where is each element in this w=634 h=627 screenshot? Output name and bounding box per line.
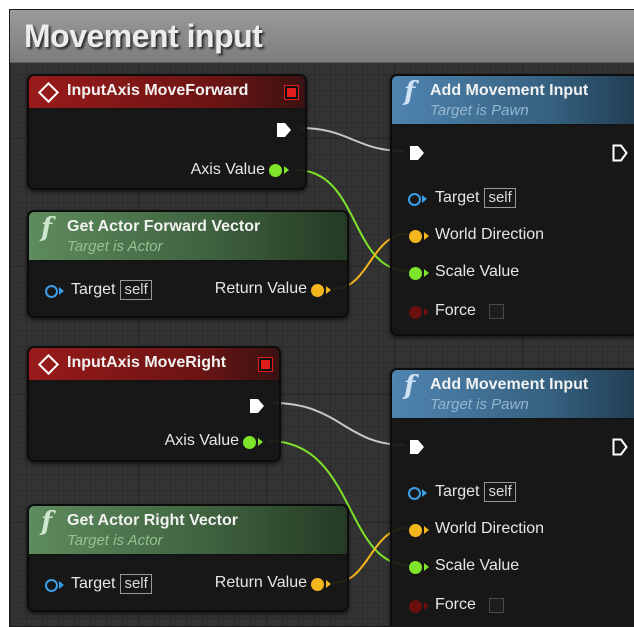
- return-value-label: Return Value: [214, 280, 307, 297]
- function-node-add-movement-input[interactable]: f Add Movement Input Target is Pawn Targ…: [390, 74, 634, 336]
- function-node-subtitle: Target is Pawn: [430, 396, 529, 413]
- target-self-box[interactable]: self: [120, 574, 152, 594]
- event-node-move-right[interactable]: InputAxis MoveRight Axis Value: [27, 346, 281, 462]
- axis-value-pin[interactable]: [243, 436, 256, 449]
- pure-node-title: Get Actor Right Vector: [67, 512, 238, 529]
- function-f-icon: f: [41, 213, 53, 243]
- pin-arrow-icon: [424, 526, 429, 534]
- pin-arrow-icon: [424, 269, 429, 277]
- world-direction-label: World Direction: [435, 520, 545, 537]
- event-node-title: InputAxis MoveRight: [67, 354, 227, 371]
- event-delegate-square-icon[interactable]: [259, 358, 272, 371]
- target-label: Target: [435, 483, 480, 500]
- scale-value-pin[interactable]: [409, 561, 422, 574]
- function-f-icon: f: [404, 77, 416, 107]
- return-value-pin[interactable]: [311, 578, 324, 591]
- function-node-add-movement-input[interactable]: f Add Movement Input Target is Pawn Targ…: [390, 368, 634, 626]
- force-label: Force: [435, 302, 476, 319]
- pure-node-subtitle: Target is Actor: [67, 532, 163, 549]
- target-label: Target: [435, 189, 480, 206]
- function-node-title: Add Movement Input: [430, 82, 589, 99]
- pure-node-header: f Get Actor Forward Vector Target is Act…: [29, 212, 347, 261]
- axis-value-label: Axis Value: [190, 161, 265, 178]
- target-field: Target self: [71, 574, 152, 594]
- event-delegate-square-icon[interactable]: [285, 86, 298, 99]
- pin-arrow-icon: [422, 195, 427, 203]
- return-value-label: Return Value: [214, 574, 307, 591]
- pin-arrow-icon: [59, 287, 64, 295]
- function-f-icon: f: [404, 371, 416, 401]
- event-node-move-forward[interactable]: InputAxis MoveForward Axis Value: [27, 74, 307, 190]
- pin-arrow-icon: [424, 232, 429, 240]
- exec-in-pin-icon[interactable]: [409, 439, 425, 455]
- pin-arrow-icon: [326, 580, 331, 588]
- force-pin[interactable]: [409, 600, 422, 613]
- force-label: Force: [435, 596, 476, 613]
- world-direction-pin[interactable]: [409, 230, 422, 243]
- target-self-box[interactable]: self: [484, 482, 516, 502]
- target-self-box[interactable]: self: [484, 188, 516, 208]
- return-value-pin[interactable]: [311, 284, 324, 297]
- pure-node-get-actor-forward-vector[interactable]: f Get Actor Forward Vector Target is Act…: [27, 210, 349, 318]
- exec-out-pin-icon[interactable]: [612, 438, 628, 456]
- world-direction-pin[interactable]: [409, 524, 422, 537]
- pin-arrow-icon: [59, 581, 64, 589]
- world-direction-label: World Direction: [435, 226, 545, 243]
- target-pin[interactable]: [45, 579, 58, 592]
- target-field: Target self: [435, 482, 516, 502]
- scale-value-pin[interactable]: [409, 267, 422, 280]
- axis-value-label: Axis Value: [164, 432, 239, 449]
- function-node-header: f Add Movement Input Target is Pawn: [392, 76, 634, 125]
- event-diamond-icon: [37, 81, 60, 104]
- target-field: Target self: [435, 188, 516, 208]
- force-checkbox[interactable]: [489, 598, 504, 613]
- pure-node-get-actor-right-vector[interactable]: f Get Actor Right Vector Target is Actor…: [27, 504, 349, 612]
- pin-arrow-icon: [424, 308, 429, 316]
- exec-out-pin-icon[interactable]: [249, 398, 265, 414]
- event-node-title: InputAxis MoveForward: [67, 82, 249, 99]
- target-pin[interactable]: [45, 285, 58, 298]
- blueprint-graph-canvas[interactable]: Movement input InputAxis MoveForward Axi…: [9, 9, 634, 627]
- exec-out-pin-icon[interactable]: [276, 122, 292, 138]
- target-pin[interactable]: [408, 487, 421, 500]
- pin-arrow-icon: [424, 563, 429, 571]
- pin-arrow-icon: [422, 489, 427, 497]
- pin-arrow-icon: [424, 602, 429, 610]
- pin-arrow-icon: [258, 438, 263, 446]
- function-f-icon: f: [41, 507, 53, 537]
- target-field: Target self: [71, 280, 152, 300]
- target-label: Target: [71, 281, 116, 298]
- axis-value-pin[interactable]: [269, 164, 282, 177]
- force-checkbox[interactable]: [489, 304, 504, 319]
- function-node-header: f Add Movement Input Target is Pawn: [392, 370, 634, 419]
- scale-value-label: Scale Value: [435, 557, 520, 574]
- exec-in-pin-icon[interactable]: [409, 145, 425, 161]
- function-node-title: Add Movement Input: [430, 376, 589, 393]
- pure-node-title: Get Actor Forward Vector: [67, 218, 261, 235]
- pin-arrow-icon: [326, 286, 331, 294]
- scale-value-label: Scale Value: [435, 263, 520, 280]
- event-diamond-icon: [37, 353, 60, 376]
- event-node-header: InputAxis MoveForward: [29, 76, 305, 109]
- function-node-subtitle: Target is Pawn: [430, 102, 529, 119]
- exec-out-pin-icon[interactable]: [612, 144, 628, 162]
- pure-node-header: f Get Actor Right Vector Target is Actor: [29, 506, 347, 555]
- pure-node-subtitle: Target is Actor: [67, 238, 163, 255]
- pin-arrow-icon: [284, 166, 289, 174]
- event-node-header: InputAxis MoveRight: [29, 348, 279, 381]
- target-label: Target: [71, 575, 116, 592]
- exec-wire-right[interactable]: [272, 402, 406, 446]
- target-self-box[interactable]: self: [120, 280, 152, 300]
- target-pin[interactable]: [408, 193, 421, 206]
- force-pin[interactable]: [409, 306, 422, 319]
